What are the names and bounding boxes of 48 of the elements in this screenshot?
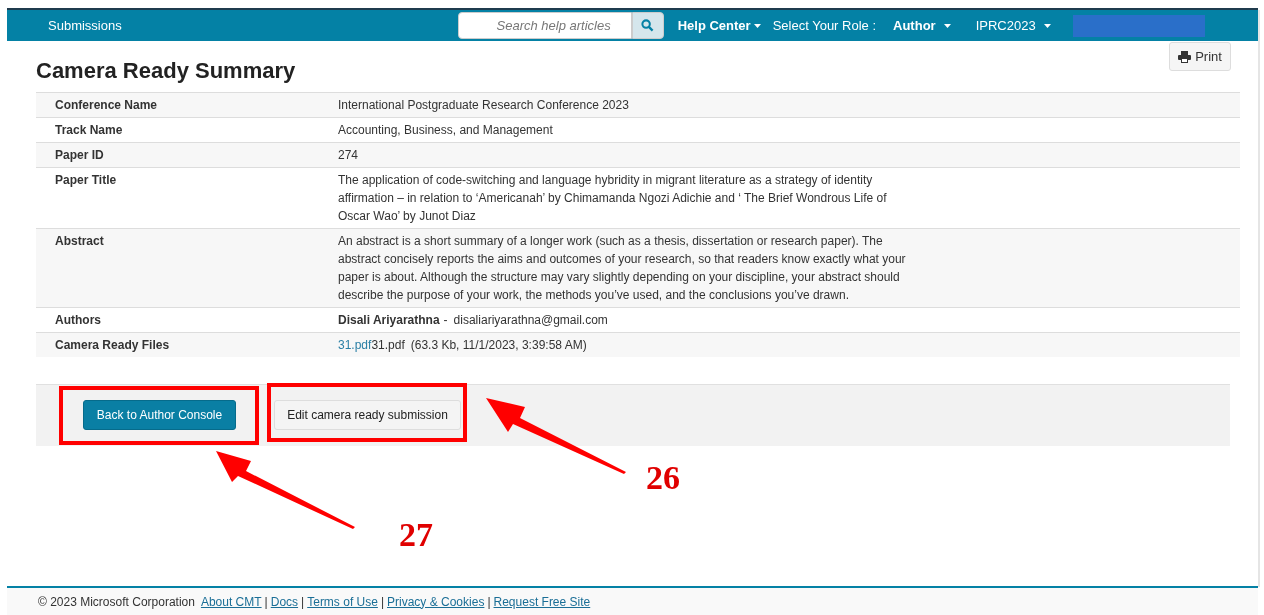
field-label: Conference Name (55, 98, 158, 112)
footer-link[interactable]: About CMT (200, 592, 262, 611)
field-label: Abstract (55, 234, 104, 248)
link-divider: | (264, 593, 268, 611)
help-center-menu[interactable]: Help Center (677, 15, 761, 36)
annotation-number: 27 (399, 518, 433, 552)
role-label: Select Your Role : (772, 16, 877, 35)
footer-link[interactable]: Privacy & Cookies (387, 592, 485, 611)
submissions-link[interactable]: Submissions (48, 15, 122, 36)
file-link[interactable]: 31.pdf (338, 338, 372, 352)
file-name: 31.pdf (371, 338, 405, 352)
role-menu[interactable]: Author (893, 15, 951, 36)
printer-icon (1178, 50, 1192, 63)
field-label: Authors (55, 313, 101, 327)
page-title: Camera Ready Summary (36, 57, 296, 85)
search-field[interactable]: Search help articles (457, 12, 632, 39)
footer-link[interactable]: Terms of Use (307, 592, 378, 611)
footer-link[interactable]: Docs (270, 592, 299, 611)
field-label: Paper ID (55, 148, 104, 162)
field-value: International Postgraduate Research Conference 2023 (338, 98, 629, 112)
separator: - (443, 313, 448, 327)
caret-icon (943, 23, 951, 28)
field-value: 274 (338, 148, 359, 162)
search-button[interactable] (631, 12, 664, 39)
print-button[interactable]: Print (1169, 42, 1231, 71)
field-label: Paper Title (55, 173, 117, 187)
author-email: disaliariyarathna@gmail.com (453, 313, 608, 327)
caret-icon (753, 23, 761, 28)
author-name: Disali Ariyarathna (338, 313, 440, 327)
field-value: An abstract is a short summary of a longer work (such as a thesis, dissertation or research paper). The abstract concisely reports the aims and outcomes of your research, so that readers know exactly what your paper is about. Although the structure may vary slightly depending on your discipline, your abstract should describe the purpose of your work, the methods you’ve used, and the conclusions you’ve drawn. (338, 234, 906, 302)
link-divider: | (380, 593, 384, 611)
field-value: Accounting, Business, and Management (338, 123, 553, 137)
link-divider: | (487, 593, 491, 611)
field-label: Track Name (55, 123, 123, 137)
footer-link[interactable]: Request Free Site (493, 592, 591, 611)
copyright-text: © 2023 Microsoft Corporation (38, 593, 195, 611)
file-details: (63.3 Kb, 11/1/2023, 3:39:58 AM) (410, 338, 587, 352)
caret-icon (1043, 23, 1051, 28)
conference-menu[interactable]: IPRC2023 (975, 15, 1051, 36)
search-icon (641, 19, 655, 32)
field-label: Camera Ready Files (55, 338, 170, 352)
field-value: The application of code-switching and language hybridity in migrant literature as a strategy of identity affirmation – in relation to ‘Americanah’ by Chimamanda Ngozi Adichie and ‘ The Brief Wondrous Life of Oscar Wao’ by Junot Diaz (338, 173, 887, 223)
arrow-icon (484, 396, 628, 474)
link-divider: | (301, 593, 305, 611)
arrow-icon (214, 449, 358, 530)
back-button[interactable]: Back to Author Console (83, 400, 236, 430)
annotation-number: 26 (646, 461, 680, 495)
edit-button[interactable]: Edit camera ready submission (274, 400, 461, 430)
